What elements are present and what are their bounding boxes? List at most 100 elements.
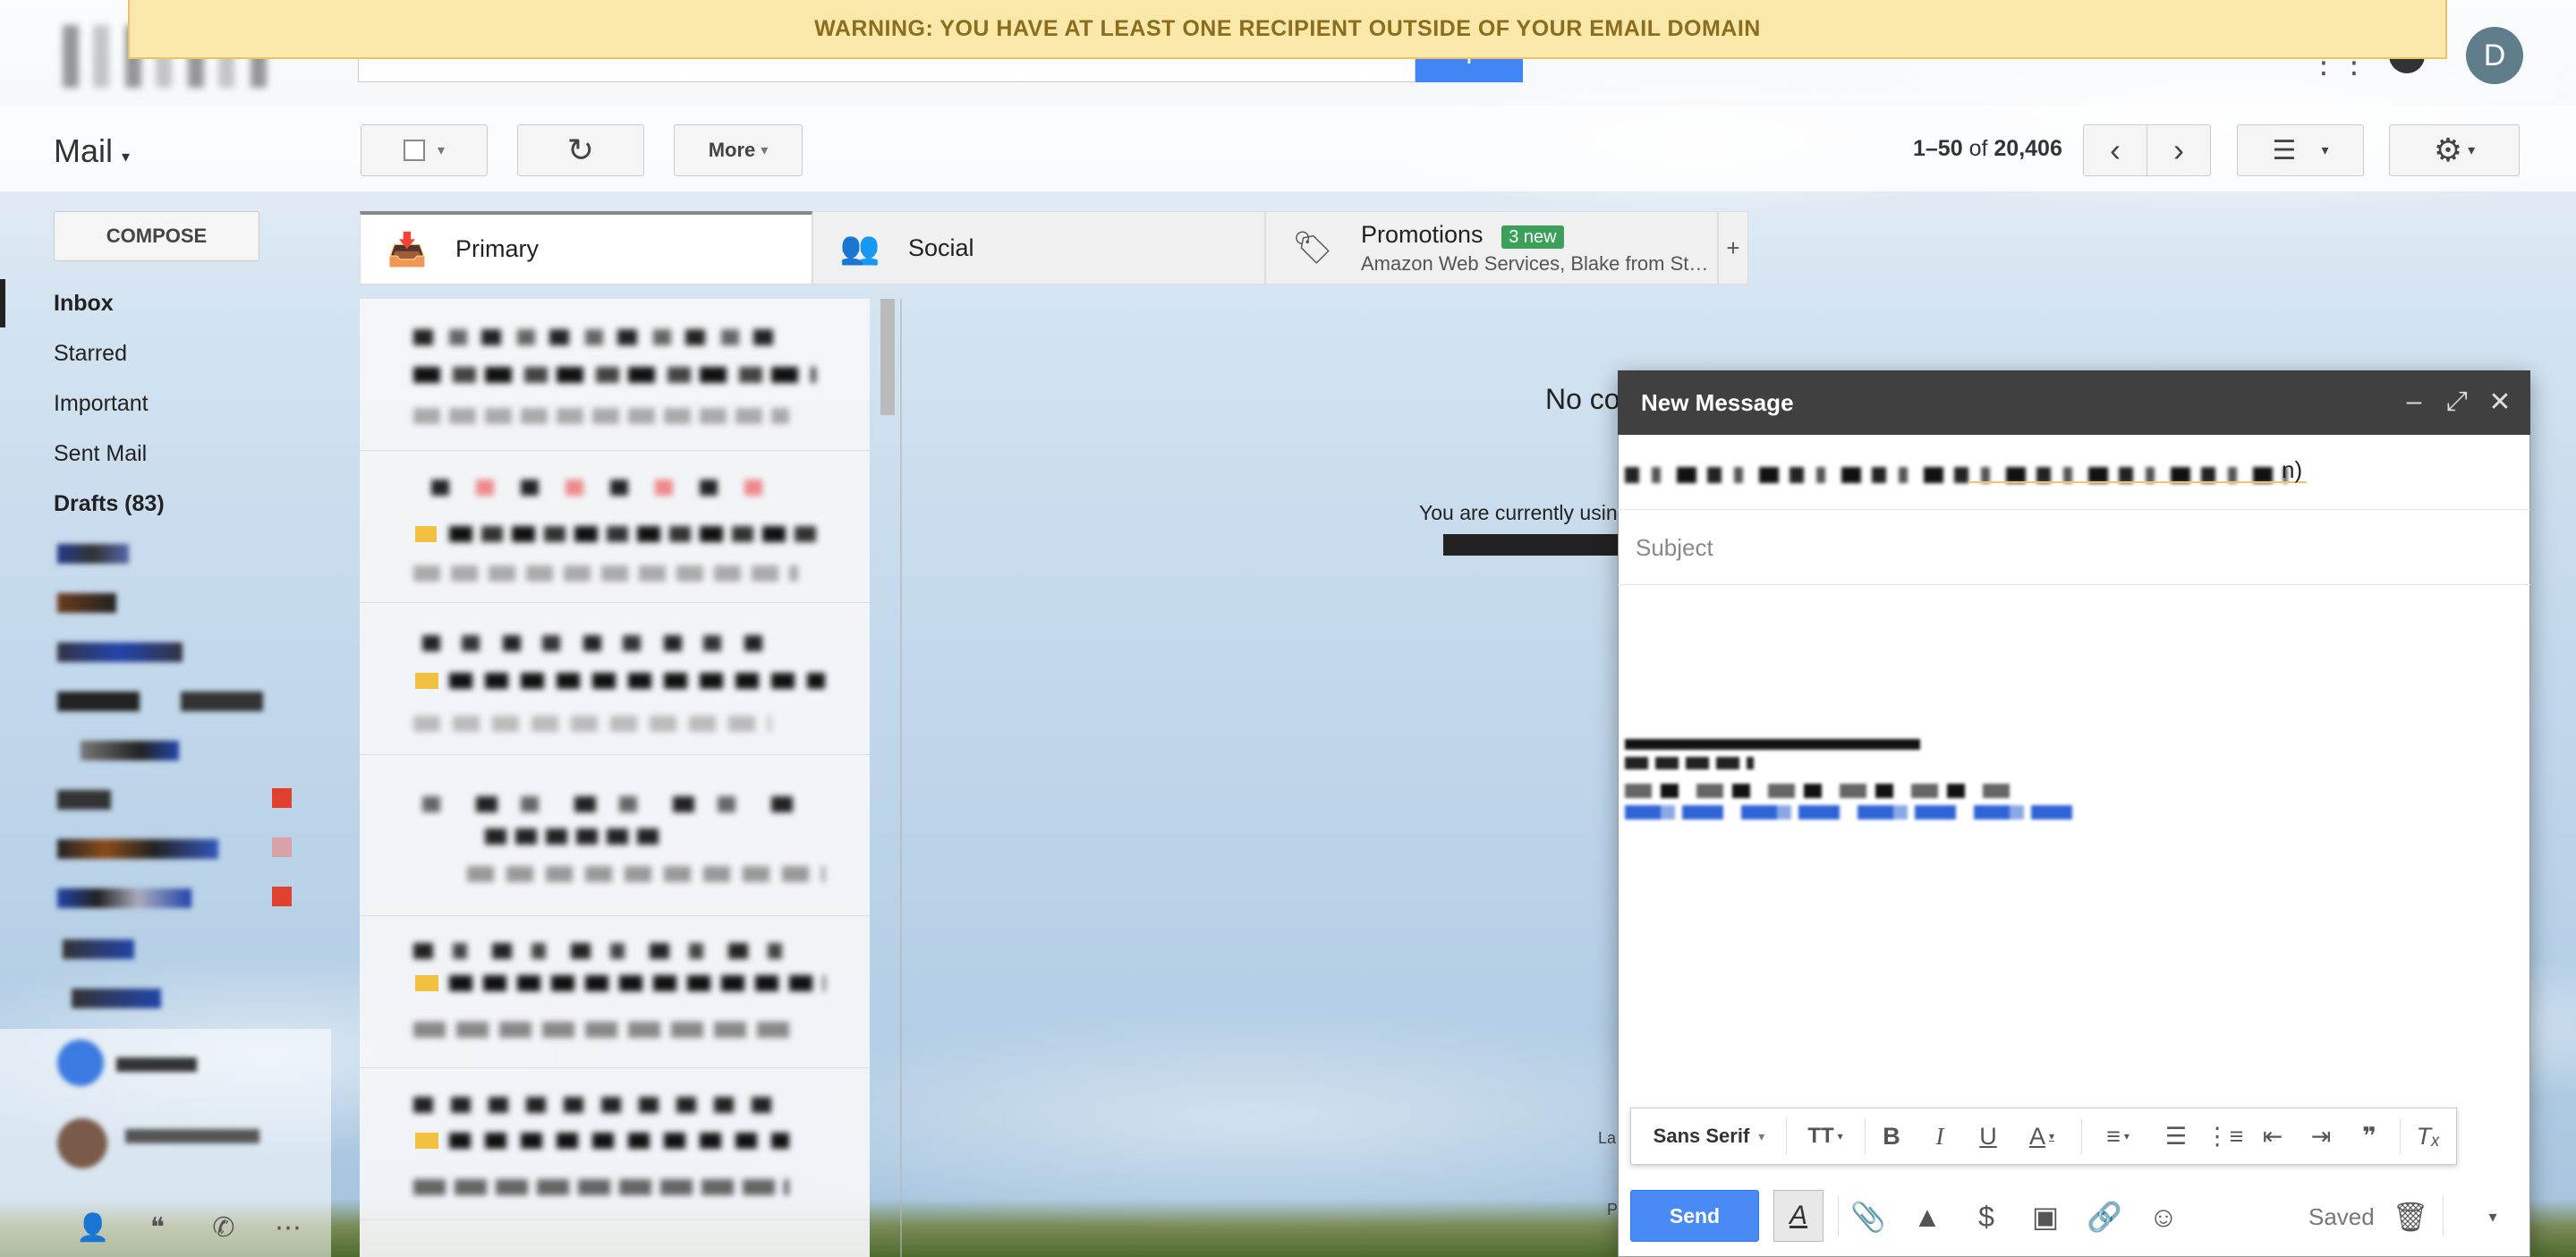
sidebar-label[interactable]: [81, 741, 179, 760]
select-all-button[interactable]: ▾: [361, 124, 488, 176]
signature-line: [1625, 784, 2010, 798]
older-button[interactable]: ›: [2147, 124, 2211, 176]
chat-contact-avatar[interactable]: [57, 1040, 104, 1086]
compose-title: New Message: [1641, 388, 1794, 416]
compose-button[interactable]: COMPOSE: [54, 211, 259, 261]
person-icon[interactable]: 👤: [75, 1210, 111, 1245]
send-button[interactable]: Send: [1630, 1190, 1759, 1242]
caret-down-icon: ▾: [2468, 143, 2476, 158]
link-icon[interactable]: 🔗: [2085, 1197, 2124, 1236]
recipient-warning-underline: [1968, 481, 2307, 483]
sidebar-label[interactable]: [57, 544, 129, 564]
important-marker-icon[interactable]: [415, 526, 437, 542]
caret-down-icon: ▾: [122, 148, 131, 166]
tab-promotions[interactable]: 🏷 Promotions 3 new Amazon Web Services, …: [1265, 211, 1718, 285]
details-link[interactable]: P: [1607, 1201, 1618, 1219]
no-conversation-message: No co: [1545, 383, 1620, 415]
send-label: Send: [1669, 1203, 1721, 1227]
font-family-dropdown[interactable]: Sans Serif ▾: [1646, 1120, 1772, 1152]
list-item[interactable]: [360, 764, 870, 916]
page-range: 1–50: [1913, 136, 1963, 161]
sidebar-label[interactable]: [57, 593, 116, 613]
sidebar-label[interactable]: [57, 642, 183, 662]
sidebar-item-sent[interactable]: Sent Mail: [54, 441, 147, 467]
trash-icon[interactable]: 🗑: [2391, 1197, 2430, 1236]
tab-social[interactable]: 👥 Social: [812, 211, 1265, 285]
more-label: More: [708, 139, 756, 161]
subject-input[interactable]: [1636, 528, 2512, 567]
sidebar-label[interactable]: [57, 692, 263, 711]
sidebar-label[interactable]: [57, 839, 218, 859]
newer-button[interactable]: ‹: [2083, 124, 2147, 176]
money-icon[interactable]: $: [1967, 1197, 2006, 1236]
to-field[interactable]: [1618, 435, 2530, 510]
sidebar-item-inbox[interactable]: Inbox: [54, 291, 114, 317]
compose-label: COMPOSE: [106, 225, 208, 247]
quote-icon[interactable]: ❞: [2351, 1120, 2387, 1152]
chevron-left-icon: ‹: [2110, 132, 2121, 168]
list-item[interactable]: [360, 916, 870, 1068]
attach-icon[interactable]: 📎: [1849, 1197, 1888, 1236]
list-item[interactable]: [360, 603, 870, 755]
phone-icon[interactable]: ✆: [206, 1210, 242, 1245]
minimize-icon[interactable]: –: [2398, 386, 2430, 417]
list-scrollbar[interactable]: [880, 299, 895, 415]
text-color-icon[interactable]: A ▾: [2020, 1120, 2063, 1152]
hangouts-icon[interactable]: ❝: [140, 1210, 175, 1245]
refresh-icon: ↻: [566, 132, 595, 168]
warning-text: WARNING: YOU HAVE AT LEAST ONE RECIPIENT…: [814, 15, 1761, 41]
formatting-toggle-button[interactable]: A: [1773, 1190, 1824, 1242]
display-density-button[interactable]: ☰ ▾: [2237, 124, 2364, 176]
more-options-caret-icon[interactable]: ▾: [2473, 1197, 2512, 1236]
add-tab-button[interactable]: +: [1718, 211, 1748, 285]
label-color-swatch: [272, 887, 292, 906]
sidebar-label[interactable]: [63, 939, 134, 959]
tab-primary[interactable]: 📥 Primary: [360, 211, 812, 285]
avatar[interactable]: D: [2466, 27, 2523, 84]
expand-icon[interactable]: ⤢: [2441, 386, 2473, 417]
mail-switcher[interactable]: Mail ▾: [54, 132, 130, 170]
more-button[interactable]: More ▾: [674, 124, 803, 176]
tab-subtitle: Amazon Web Services, Blake from St…: [1361, 251, 1709, 275]
more-options-icon[interactable]: ⋯: [270, 1210, 306, 1245]
drive-icon[interactable]: ▲: [1908, 1197, 1947, 1236]
sidebar-item-important[interactable]: Important: [54, 391, 149, 417]
font-family-label: Sans Serif: [1653, 1125, 1750, 1147]
align-icon[interactable]: ≡ ▾: [2094, 1120, 2142, 1152]
list-item[interactable]: [360, 451, 870, 603]
bulleted-list-icon[interactable]: ⋮≡: [2206, 1120, 2244, 1152]
refresh-button[interactable]: ↻: [517, 124, 644, 176]
inbox-icon: 📥: [387, 230, 428, 268]
indent-more-icon[interactable]: ⇥: [2303, 1120, 2339, 1152]
compose-header[interactable]: New Message: [1618, 370, 2530, 435]
sidebar-label[interactable]: [57, 790, 111, 810]
settings-button[interactable]: ⚙ ▾: [2389, 124, 2520, 176]
remove-formatting-icon[interactable]: Tₓ: [2410, 1120, 2446, 1152]
chat-contact-name[interactable]: [116, 1057, 197, 1072]
important-marker-icon[interactable]: [415, 673, 438, 689]
sidebar-label[interactable]: [72, 989, 161, 1008]
close-icon[interactable]: ✕: [2484, 386, 2516, 418]
emoji-icon[interactable]: ☺: [2144, 1197, 2183, 1236]
sidebar-item-starred[interactable]: Starred: [54, 341, 127, 367]
sidebar-item-drafts[interactable]: Drafts (83): [54, 491, 165, 517]
underline-icon[interactable]: U: [1972, 1120, 2004, 1152]
signature-link[interactable]: [1625, 805, 2072, 820]
pane-divider[interactable]: [900, 299, 902, 1257]
subject-field[interactable]: [1618, 510, 2530, 585]
label-color-swatch: [272, 788, 292, 808]
list-item[interactable]: [360, 1068, 870, 1220]
italic-icon[interactable]: I: [1924, 1120, 1956, 1152]
active-indicator: [0, 279, 5, 327]
sidebar-label[interactable]: [57, 888, 191, 908]
numbered-list-icon[interactable]: ☰: [2158, 1120, 2194, 1152]
list-item[interactable]: [360, 299, 870, 451]
bold-icon[interactable]: B: [1875, 1120, 1908, 1152]
important-marker-icon[interactable]: [415, 1133, 438, 1149]
chat-contact-name[interactable]: [125, 1129, 259, 1143]
indent-less-icon[interactable]: ⇤: [2255, 1120, 2291, 1152]
chat-contact-avatar[interactable]: [57, 1118, 107, 1168]
insert-photo-icon[interactable]: ▣: [2026, 1197, 2065, 1236]
text-size-icon[interactable]: TT ▾: [1798, 1120, 1852, 1152]
important-marker-icon[interactable]: [415, 975, 438, 991]
